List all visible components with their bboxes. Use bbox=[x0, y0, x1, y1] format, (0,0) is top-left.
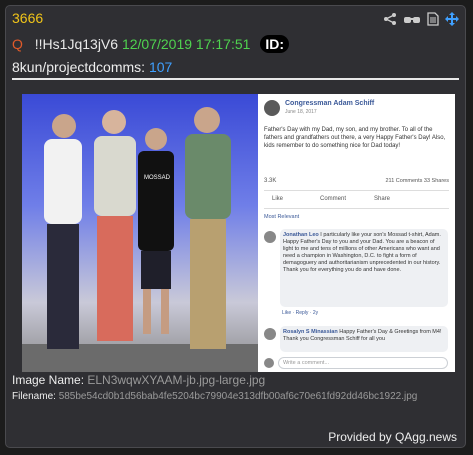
person-4 bbox=[185, 107, 231, 349]
comment-1-text: I particularly like your son's Mossad t-… bbox=[283, 232, 441, 273]
person-1 bbox=[44, 114, 82, 349]
comment-1-actions: Like · Reply · 2y bbox=[282, 310, 319, 316]
avatar bbox=[264, 100, 280, 116]
comment-2-author: Rosalyn S Minassian bbox=[283, 329, 338, 335]
post-card: 3666 Q !!Hs1Jq13jV6 12/07/2019 17:17:51 … bbox=[5, 5, 466, 448]
comment-1: Jonathan Leo I particularly like your so… bbox=[280, 229, 448, 307]
fb-divider-2 bbox=[264, 208, 449, 209]
board-line: 8kun/projectdcomms: 107 bbox=[12, 59, 172, 75]
fb-comment-count: 211 Comments 33 Shares bbox=[385, 178, 450, 184]
q-marker: Q bbox=[12, 36, 23, 52]
image-name-value[interactable]: ELN3wqwXYAAM-jb.jpg-large.jpg bbox=[87, 373, 265, 387]
post-date: 12/07/2019 17:17:51 bbox=[121, 36, 251, 52]
share-icon[interactable] bbox=[383, 12, 397, 31]
fb-comment: Comment bbox=[320, 196, 347, 202]
move-icon[interactable] bbox=[445, 12, 459, 31]
post-image[interactable]: MOSSAD Congressman Adam Schiff June 18, … bbox=[22, 94, 455, 372]
fb-date: June 18, 2017 bbox=[285, 109, 317, 115]
provider-credit: Provided by QAgg.news bbox=[328, 430, 457, 444]
fb-like: Like bbox=[272, 196, 284, 202]
id-badge: ID: bbox=[260, 35, 289, 53]
write-comment: Write a comment... bbox=[278, 357, 448, 369]
person-3: MOSSAD bbox=[138, 128, 174, 334]
filename-line: Filename: 585be54cd0b1d56bab4fe5204bc799… bbox=[12, 391, 417, 402]
writer-avatar bbox=[264, 358, 274, 368]
facebook-post-screenshot: Congressman Adam Schiff June 18, 2017 Fa… bbox=[258, 94, 455, 372]
family-photo: MOSSAD bbox=[22, 94, 258, 372]
fb-sort: Most Relevant bbox=[264, 214, 300, 220]
post-number[interactable]: 3666 bbox=[12, 10, 43, 26]
comment-avatar-2 bbox=[264, 328, 276, 340]
fb-reactions: 3.3K bbox=[264, 178, 277, 184]
image-name-label: Image Name: bbox=[12, 373, 85, 387]
post-toolbar bbox=[383, 12, 459, 31]
fb-author: Congressman Adam Schiff bbox=[285, 100, 375, 107]
image-name-line: Image Name: ELN3wqwXYAAM-jb.jpg-large.jp… bbox=[12, 373, 265, 387]
fb-share: Share bbox=[374, 196, 391, 202]
filename-value[interactable]: 585be54cd0b1d56bab4fe5204bc79904e313dfb0… bbox=[59, 391, 418, 402]
fb-divider bbox=[264, 190, 449, 191]
fb-text: Father's Day with my Dad, my son, and my… bbox=[264, 127, 446, 149]
glasses-icon[interactable] bbox=[403, 13, 421, 31]
comment-1-author: Jonathan Leo bbox=[283, 232, 319, 238]
board-name: 8kun/projectdcomms: bbox=[12, 59, 146, 75]
divider bbox=[12, 78, 459, 80]
svg-text:MOSSAD: MOSSAD bbox=[144, 175, 171, 181]
person-2 bbox=[94, 110, 136, 341]
post-header: Q !!Hs1Jq13jV6 12/07/2019 17:17:51 ID: bbox=[12, 35, 289, 53]
tripcode: !!Hs1Jq13jV6 bbox=[34, 36, 119, 52]
post-ref-link[interactable]: 107 bbox=[149, 59, 172, 75]
comment-2: Rosalyn S Minassian Happy Father's Day &… bbox=[280, 326, 448, 352]
filename-label: Filename: bbox=[12, 391, 56, 402]
document-icon[interactable] bbox=[427, 12, 439, 31]
comment-avatar-1 bbox=[264, 231, 276, 243]
